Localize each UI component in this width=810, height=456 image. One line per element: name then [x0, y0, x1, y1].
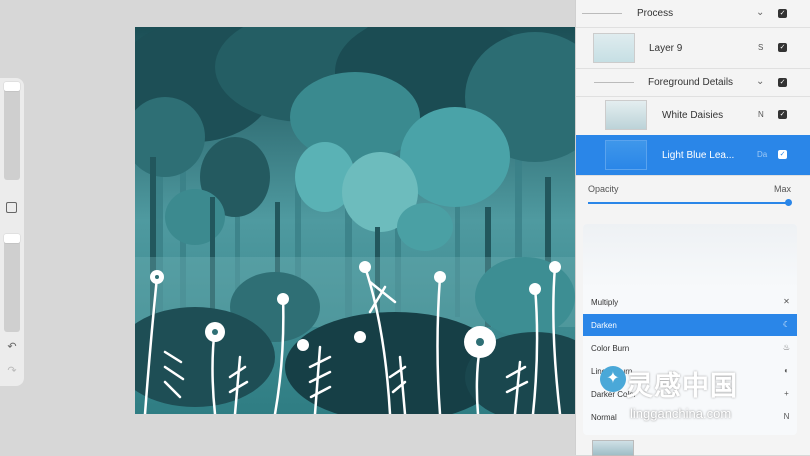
- blend-mode-label: Multiply: [591, 298, 619, 307]
- visibility-checkbox[interactable]: ✓: [778, 150, 787, 159]
- multiply-icon: ✕: [783, 297, 790, 306]
- blend-mode-badge[interactable]: S: [758, 43, 763, 52]
- group-divider: [594, 82, 634, 83]
- blend-mode-label: Darken: [591, 321, 617, 330]
- layer-row[interactable]: White Daisies N ✓: [576, 95, 810, 136]
- group-name: Process: [637, 8, 674, 19]
- watermark: ✦ 灵感中国 lingganchina.com: [600, 362, 810, 442]
- layer-thumbnail: [593, 33, 635, 63]
- moon-icon: ☾: [782, 320, 791, 329]
- visibility-checkbox[interactable]: ✓: [778, 78, 787, 87]
- brush-size-knob[interactable]: [4, 82, 20, 91]
- layer-row-selected[interactable]: Light Blue Lea... Da ✓: [576, 135, 810, 176]
- sidebar: ↶ ↷: [0, 78, 24, 386]
- forest-illustration: [135, 27, 578, 414]
- blend-mode-label: Color Burn: [591, 344, 630, 353]
- opacity-slider[interactable]: [588, 199, 792, 206]
- blend-mode-color-burn[interactable]: Color Burn ♨: [583, 337, 797, 359]
- brush-opacity-slider[interactable]: [4, 234, 20, 332]
- flame-icon: ♨: [782, 343, 791, 352]
- blend-mode-badge[interactable]: N: [758, 110, 764, 119]
- watermark-logo-icon: ✦: [600, 366, 626, 392]
- opacity-fill: [588, 202, 789, 204]
- modify-button[interactable]: [6, 202, 17, 213]
- chevron-down-icon[interactable]: ⌄: [756, 76, 764, 87]
- opacity-knob[interactable]: [785, 199, 792, 206]
- opacity-value: Max: [773, 184, 791, 194]
- group-name: Foreground Details: [648, 77, 734, 88]
- blend-preview: [583, 224, 797, 288]
- layer-group-foreground-details[interactable]: Foreground Details ⌄ ✓: [576, 69, 810, 97]
- opacity-label: Opacity: [588, 184, 619, 194]
- undo-icon[interactable]: ↶: [5, 340, 19, 354]
- visibility-checkbox[interactable]: ✓: [778, 110, 787, 119]
- layer-name: Layer 9: [649, 43, 683, 54]
- layer-row[interactable]: Layer 9 S ✓: [576, 28, 810, 69]
- blend-mode-darken[interactable]: Darken ☾: [583, 314, 797, 336]
- chevron-down-icon[interactable]: ⌄: [756, 7, 764, 18]
- artwork-canvas[interactable]: [135, 27, 578, 414]
- layer-thumbnail: [605, 100, 647, 130]
- watermark-url: lingganchina.com: [630, 406, 732, 421]
- brush-size-slider[interactable]: [4, 82, 20, 180]
- visibility-checkbox[interactable]: ✓: [778, 9, 787, 18]
- visibility-checkbox[interactable]: ✓: [778, 43, 787, 52]
- redo-icon[interactable]: ↷: [5, 364, 19, 378]
- layer-name: Light Blue Lea...: [662, 150, 735, 161]
- group-divider: [582, 13, 622, 14]
- layer-thumbnail[interactable]: [592, 440, 634, 456]
- blend-mode-multiply[interactable]: Multiply ✕: [583, 291, 797, 313]
- brush-opacity-knob[interactable]: [4, 234, 20, 243]
- layer-thumbnail: [605, 140, 647, 170]
- layer-name: White Daisies: [662, 110, 724, 121]
- layer-group-process[interactable]: Process ⌄ ✓: [576, 0, 810, 28]
- blend-mode-badge[interactable]: Da: [757, 150, 767, 159]
- watermark-title: 灵感中国: [626, 371, 738, 402]
